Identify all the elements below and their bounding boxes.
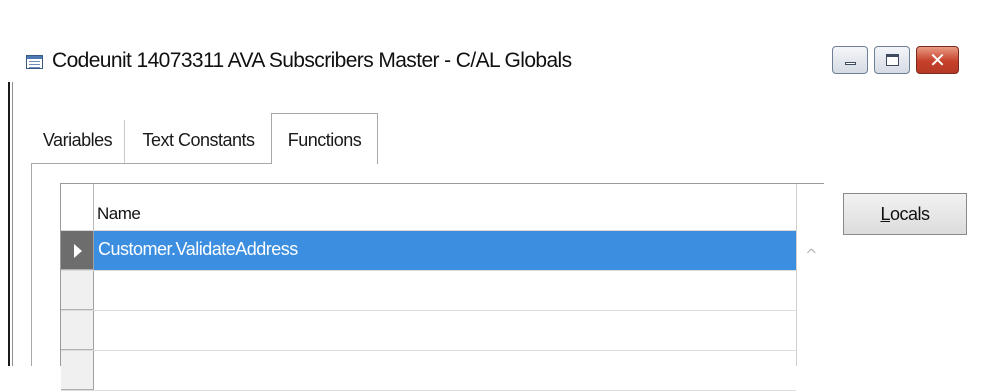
vertical-scrollbar[interactable]: ^ <box>796 184 824 366</box>
function-name-cell[interactable] <box>94 271 796 310</box>
row-selector[interactable] <box>61 351 94 390</box>
functions-grid: Name Customer.ValidateAddress ^ <box>60 183 824 391</box>
table-row[interactable] <box>61 351 796 391</box>
maximize-button[interactable] <box>874 46 910 74</box>
window-title: Codeunit 14073311 AVA Subscribers Master… <box>52 49 572 72</box>
row-selector[interactable] <box>61 231 94 270</box>
title-bar[interactable]: Codeunit 14073311 AVA Subscribers Master… <box>0 0 1003 82</box>
table-row[interactable] <box>61 271 796 311</box>
tab-text-constants[interactable]: Text Constants <box>126 120 272 163</box>
minimize-button[interactable] <box>832 46 868 74</box>
grid-header: Name <box>61 184 796 231</box>
function-name-cell[interactable]: Customer.ValidateAddress <box>94 231 796 270</box>
close-button[interactable]: ✕ <box>916 46 959 74</box>
locals-label: ocals <box>889 204 930 224</box>
row-selector[interactable] <box>61 311 94 350</box>
minimize-icon <box>845 62 856 65</box>
locals-button[interactable]: Locals <box>843 193 967 235</box>
close-icon: ✕ <box>929 48 946 72</box>
column-header-name[interactable]: Name <box>97 204 141 224</box>
table-row[interactable] <box>61 311 796 351</box>
table-row[interactable]: Customer.ValidateAddress <box>61 231 796 271</box>
tab-variables[interactable]: Variables <box>31 120 125 163</box>
scroll-up-icon[interactable]: ^ <box>805 246 818 264</box>
row-selector[interactable] <box>61 271 94 310</box>
function-name-cell[interactable] <box>94 311 796 350</box>
current-row-arrow-icon <box>74 244 82 258</box>
table-icon <box>26 55 43 69</box>
tab-functions[interactable]: Functions <box>271 113 378 164</box>
function-name-cell[interactable] <box>94 351 796 390</box>
locals-accelerator: L <box>880 204 890 224</box>
maximize-icon <box>886 54 899 66</box>
